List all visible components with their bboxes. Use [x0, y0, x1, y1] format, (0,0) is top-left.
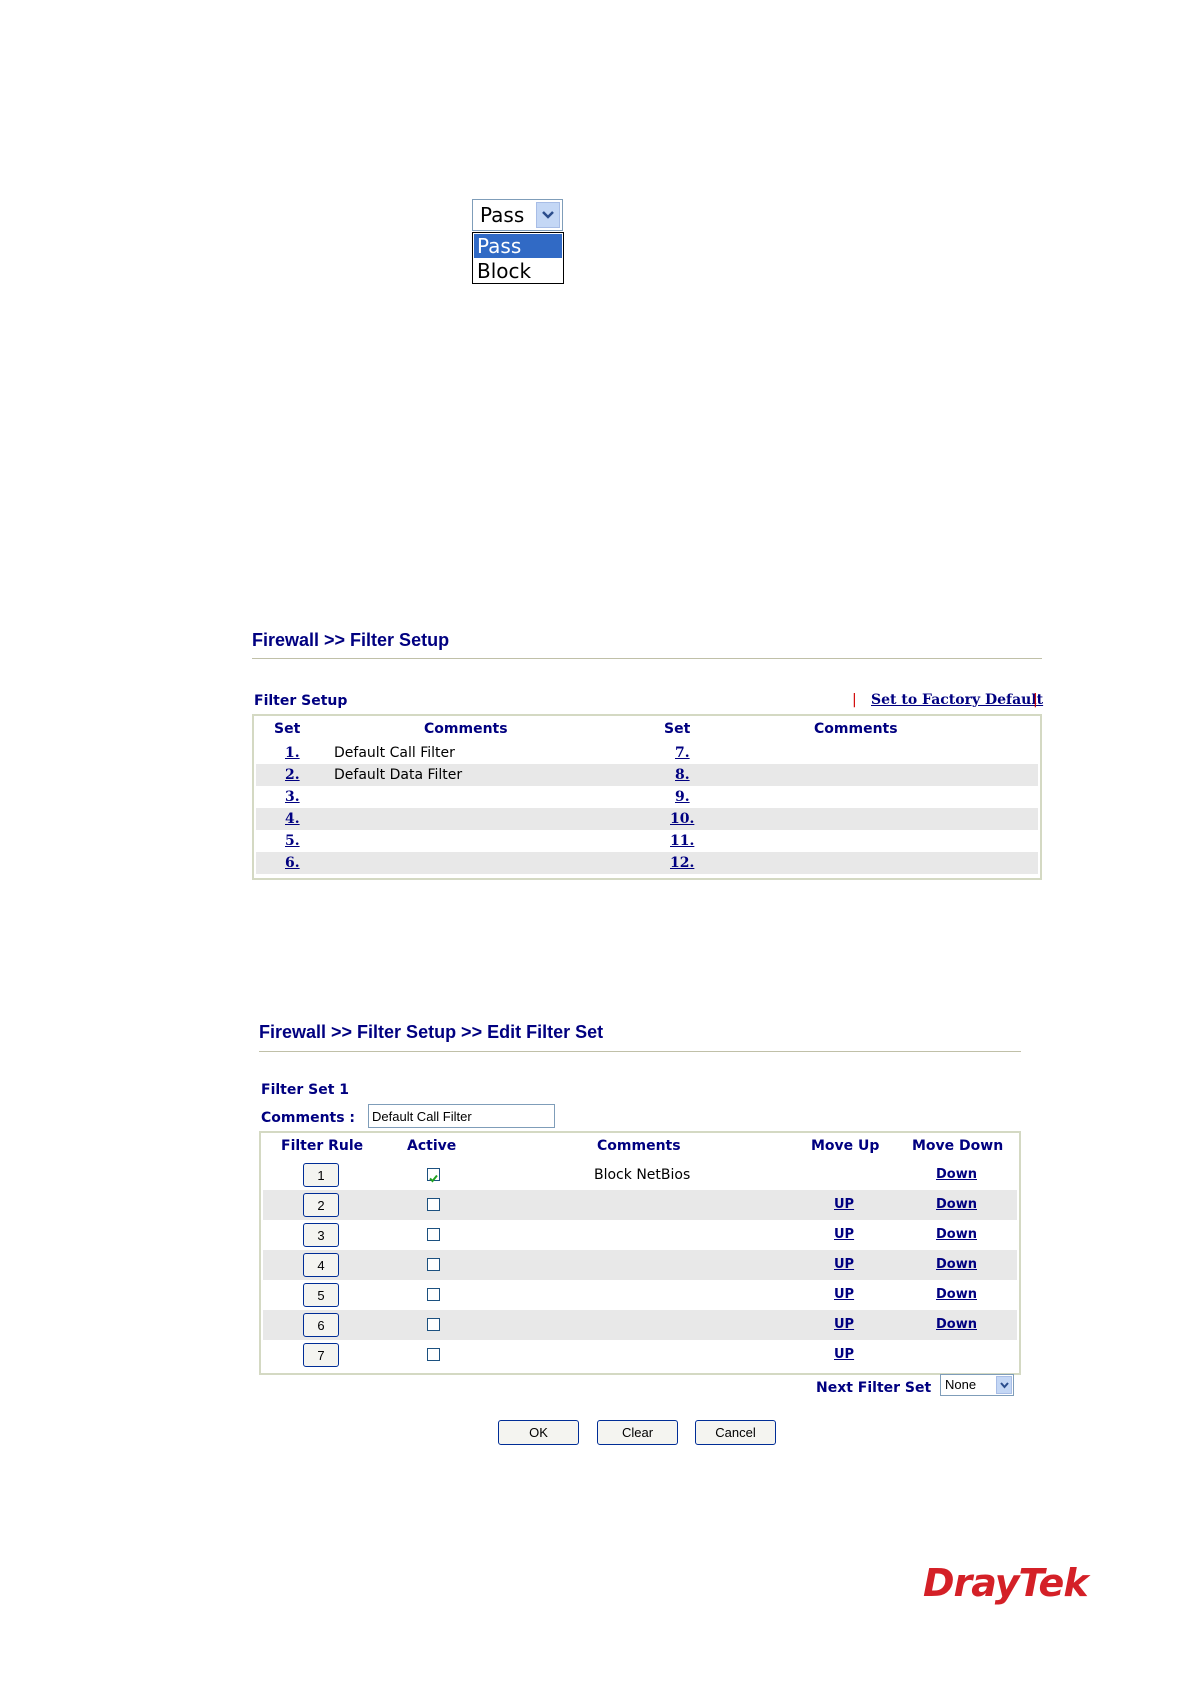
- filter-rule-button[interactable]: 4: [303, 1253, 339, 1277]
- active-checkbox[interactable]: [427, 1348, 440, 1361]
- set-link[interactable]: 8.: [675, 764, 690, 786]
- table-row: 4. 10.: [256, 808, 1038, 830]
- table-row: 5. 11.: [256, 830, 1038, 852]
- option-pass[interactable]: Pass: [474, 234, 562, 258]
- move-down-link[interactable]: Down: [936, 1284, 977, 1306]
- chevron-down-icon[interactable]: [996, 1376, 1012, 1394]
- clear-button[interactable]: Clear: [597, 1420, 678, 1445]
- column-header-active: Active: [407, 1138, 457, 1154]
- set-comment: Default Call Filter: [334, 745, 455, 761]
- set-link[interactable]: 9.: [675, 786, 690, 808]
- cancel-button[interactable]: Cancel: [695, 1420, 776, 1445]
- filter-rules-table: Filter Rule Active Comments Move Up Move…: [259, 1131, 1021, 1375]
- column-header-comments: Comments: [424, 721, 508, 737]
- action-select[interactable]: Pass: [472, 199, 563, 231]
- filter-rule-button[interactable]: 2: [303, 1193, 339, 1217]
- filter-rule-button[interactable]: 5: [303, 1283, 339, 1307]
- section-title: Filter Setup: [254, 693, 348, 709]
- set-comment: Default Data Filter: [334, 767, 463, 783]
- set-link[interactable]: 4.: [285, 808, 300, 830]
- action-options-list: Pass Block: [472, 232, 564, 284]
- separator: |: [1033, 692, 1038, 708]
- set-factory-default-link[interactable]: Set to Factory Default: [871, 692, 1043, 708]
- table-row: 6. 12.: [256, 852, 1038, 874]
- table-row: 2. Default Data Filter 8.: [256, 764, 1038, 786]
- column-header-comments: Comments: [814, 721, 898, 737]
- active-checkbox[interactable]: [427, 1228, 440, 1241]
- move-down-link[interactable]: Down: [936, 1314, 977, 1336]
- next-filter-set-select[interactable]: None: [940, 1374, 1014, 1396]
- set-link[interactable]: 3.: [285, 786, 300, 808]
- draytek-logo: DrayTek: [923, 1561, 1089, 1605]
- set-link[interactable]: 2.: [285, 764, 300, 786]
- chevron-down-icon[interactable]: [536, 202, 560, 228]
- move-up-link[interactable]: UP: [834, 1224, 854, 1246]
- set-link[interactable]: 10.: [670, 808, 694, 830]
- filter-rule-button[interactable]: 7: [303, 1343, 339, 1367]
- move-down-link[interactable]: Down: [936, 1164, 977, 1186]
- move-down-link[interactable]: Down: [936, 1224, 977, 1246]
- move-up-link[interactable]: UP: [834, 1284, 854, 1306]
- divider: [259, 1051, 1021, 1052]
- check-icon: [429, 1174, 438, 1183]
- column-header-move-down: Move Down: [912, 1138, 1004, 1154]
- active-checkbox[interactable]: [427, 1318, 440, 1331]
- column-header-filter-rule: Filter Rule: [281, 1138, 364, 1154]
- set-link[interactable]: 5.: [285, 830, 300, 852]
- column-header-comments: Comments: [597, 1138, 681, 1154]
- option-block[interactable]: Block: [474, 259, 562, 283]
- filter-set-title: Filter Set 1: [261, 1082, 350, 1098]
- column-header-set: Set: [274, 721, 301, 737]
- move-up-link[interactable]: UP: [834, 1254, 854, 1276]
- table-row: 1 Block NetBios Down: [263, 1160, 1017, 1190]
- breadcrumb: Firewall >> Filter Setup: [252, 630, 450, 650]
- set-link[interactable]: 6.: [285, 852, 300, 874]
- comments-label: Comments :: [261, 1110, 356, 1126]
- table-row: 6 UP Down: [263, 1310, 1017, 1340]
- active-checkbox[interactable]: [427, 1258, 440, 1271]
- rule-comment: Block NetBios: [594, 1167, 691, 1183]
- table-row: 3 UP Down: [263, 1220, 1017, 1250]
- ok-button[interactable]: OK: [498, 1420, 579, 1445]
- comments-input[interactable]: [368, 1104, 555, 1128]
- table-row: 3. 9.: [256, 786, 1038, 808]
- table-row: 7 UP: [263, 1340, 1017, 1370]
- active-checkbox-checked[interactable]: [427, 1168, 440, 1183]
- column-header-move-up: Move Up: [811, 1138, 880, 1154]
- table-row: 1. Default Call Filter 7.: [256, 742, 1038, 764]
- filter-rule-button[interactable]: 1: [303, 1163, 339, 1187]
- active-checkbox[interactable]: [427, 1288, 440, 1301]
- separator: |: [852, 692, 857, 708]
- table-row: 2 UP Down: [263, 1190, 1017, 1220]
- filter-sets-table: Set Comments Set Comments 1. Default Cal…: [252, 714, 1042, 880]
- move-up-link[interactable]: UP: [834, 1344, 854, 1366]
- action-select-value: Pass: [480, 203, 525, 227]
- move-up-link[interactable]: UP: [834, 1194, 854, 1216]
- filter-rule-button[interactable]: 6: [303, 1313, 339, 1337]
- table-row: 4 UP Down: [263, 1250, 1017, 1280]
- breadcrumb: Firewall >> Filter Setup >> Edit Filter …: [259, 1022, 604, 1042]
- next-filter-set-value: None: [945, 1377, 977, 1392]
- set-link[interactable]: 1.: [285, 742, 300, 764]
- filter-rule-button[interactable]: 3: [303, 1223, 339, 1247]
- set-link[interactable]: 11.: [670, 830, 694, 852]
- move-up-link[interactable]: UP: [834, 1314, 854, 1336]
- move-down-link[interactable]: Down: [936, 1254, 977, 1276]
- table-row: 5 UP Down: [263, 1280, 1017, 1310]
- next-filter-set-label: Next Filter Set: [816, 1380, 932, 1396]
- active-checkbox[interactable]: [427, 1198, 440, 1211]
- set-link[interactable]: 7.: [675, 742, 690, 764]
- divider: [252, 658, 1042, 659]
- set-link[interactable]: 12.: [670, 852, 694, 874]
- column-header-set: Set: [664, 721, 691, 737]
- move-down-link[interactable]: Down: [936, 1194, 977, 1216]
